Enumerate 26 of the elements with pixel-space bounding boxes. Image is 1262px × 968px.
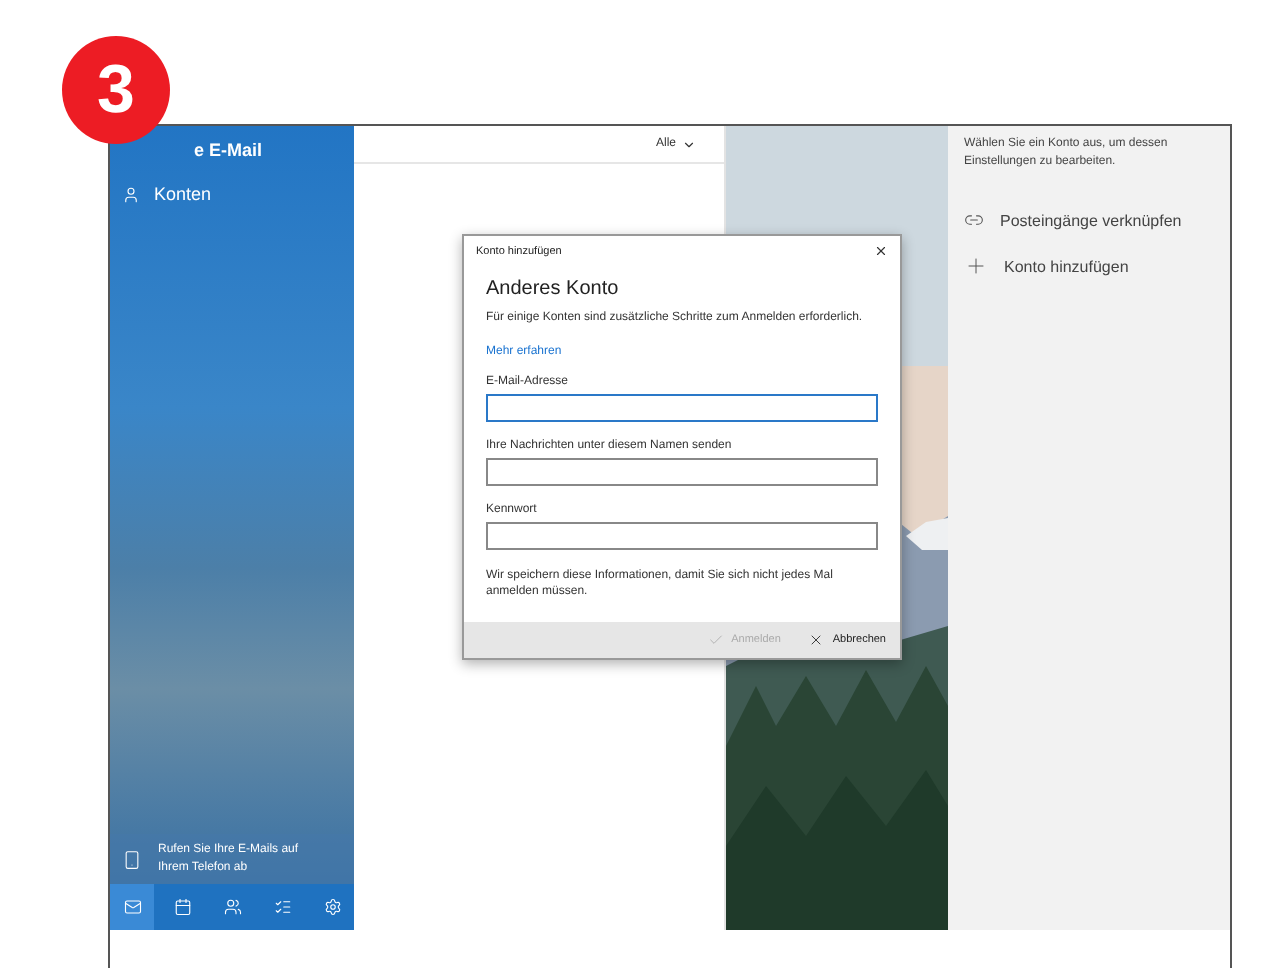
- settings-action-label: Konto hinzufügen: [1004, 257, 1129, 276]
- input-field[interactable]: [486, 457, 878, 486]
- sidebar-item[interactable]: Konten: [110, 170, 354, 218]
- nav-button[interactable]: [110, 884, 154, 930]
- sidebar-item-label: Konten: [154, 184, 212, 204]
- dialog-heading: Anderes Konto: [486, 278, 621, 300]
- mail-icon: [123, 898, 141, 916]
- step-badge: 3: [62, 36, 170, 144]
- input-field[interactable]: [486, 393, 878, 422]
- close-icon[interactable]: [874, 244, 888, 258]
- app-title: e E-Mail: [192, 138, 265, 164]
- link-icon: [964, 210, 984, 231]
- calendar-icon: [173, 898, 191, 916]
- person-icon: [122, 185, 140, 203]
- plus-icon: [964, 254, 988, 279]
- chevron-icon: [682, 137, 696, 151]
- people-icon: [223, 898, 241, 916]
- phone-icon: [122, 849, 142, 870]
- checklist-icon: [273, 898, 291, 916]
- settings-action[interactable]: Posteingänge verknüpfen: [964, 198, 1214, 243]
- close-icon: [808, 632, 825, 649]
- settings-action[interactable]: Konto hinzufügen: [964, 242, 1214, 291]
- input-field[interactable]: [486, 521, 878, 550]
- settings-action-label: Posteingänge verknüpfen: [1000, 211, 1182, 230]
- check-icon: [707, 632, 724, 649]
- settings-icon: [323, 898, 341, 916]
